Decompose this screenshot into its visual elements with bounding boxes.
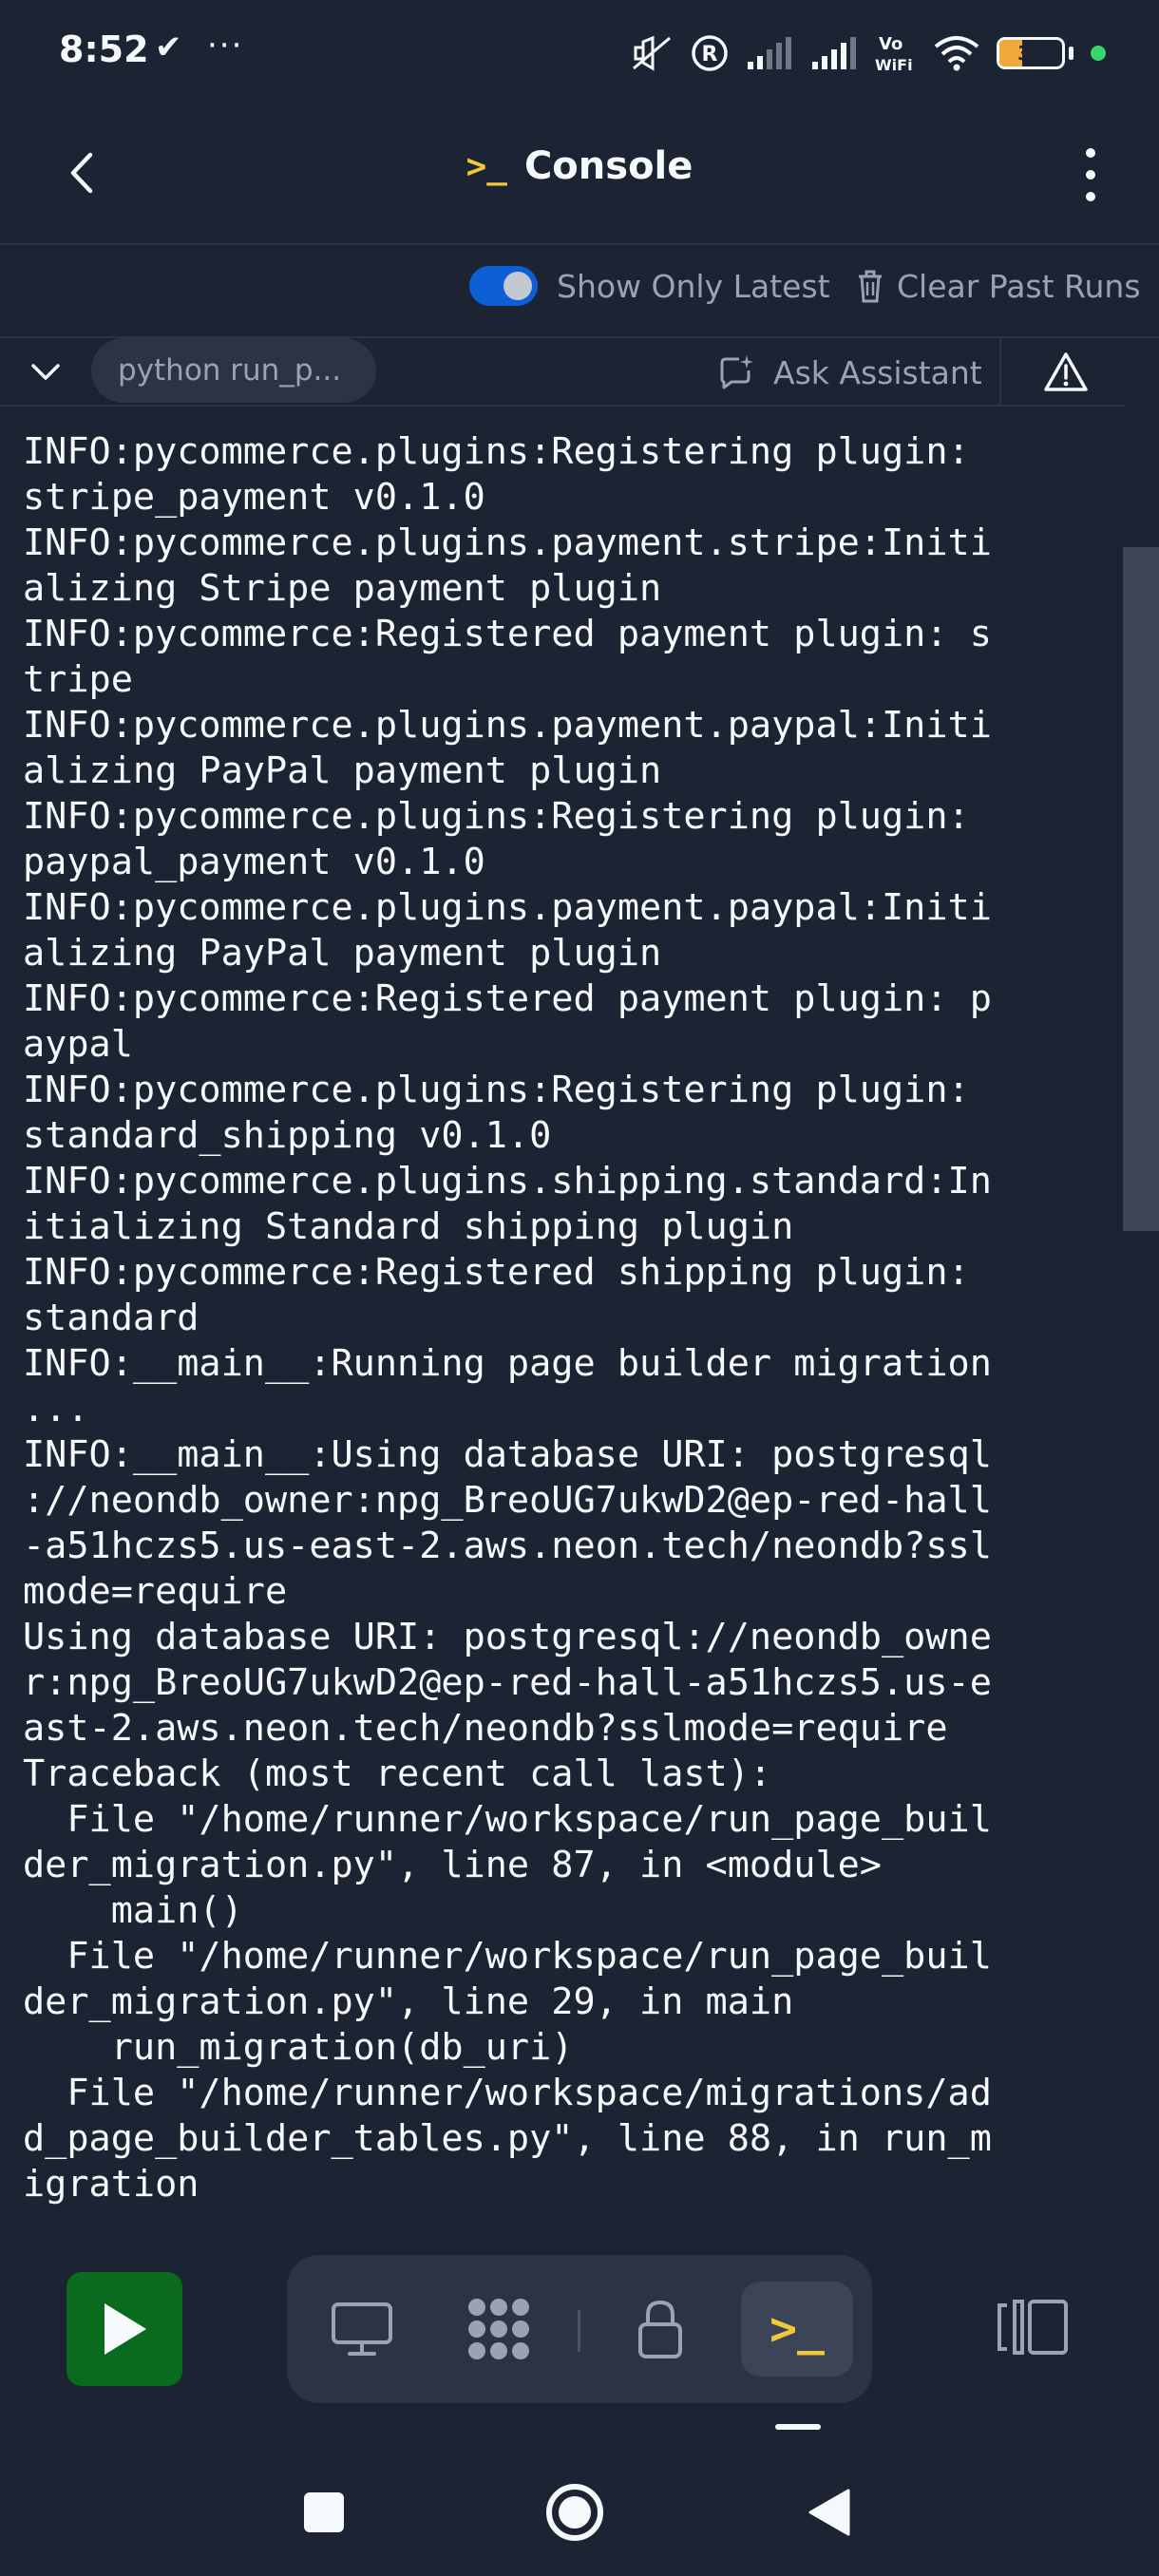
divider <box>578 2310 580 2352</box>
console-output[interactable]: INFO:pycommerce.plugins:Registering plug… <box>23 429 1079 2211</box>
ask-assistant-button[interactable]: Ask Assistant <box>718 348 982 397</box>
secrets-tool-button[interactable] <box>604 2282 716 2377</box>
run-tab[interactable]: python run_p... <box>91 338 376 403</box>
home-circle-icon <box>546 2484 603 2541</box>
wifi-icon <box>934 35 979 71</box>
console-icon: >_ <box>466 146 507 186</box>
mute-icon <box>630 34 674 72</box>
panels-button[interactable] <box>998 2295 1070 2359</box>
app-header: >_ Console <box>0 106 1159 245</box>
svg-text:Vo: Vo <box>879 34 902 54</box>
status-bar: 8:52 ✔ ··· R Vo WiFi 36 <box>0 0 1159 106</box>
play-icon <box>104 2303 146 2355</box>
more-notifications-icon: ··· <box>207 27 244 65</box>
apps-icon <box>468 2299 529 2359</box>
console-toolbar: Show Only Latest Clear Past Runs <box>0 247 1159 338</box>
square-icon <box>304 2492 344 2532</box>
console-tool-button[interactable]: >_ <box>741 2282 853 2377</box>
tool-switcher: >_ <box>287 2255 872 2403</box>
header-title-group: >_ Console <box>0 144 1159 188</box>
chat-sparkle-icon <box>720 355 753 389</box>
more-options-button[interactable] <box>1072 141 1110 209</box>
warning-icon <box>1044 352 1088 391</box>
status-icons: R Vo WiFi 36 <box>630 27 1106 80</box>
vowifi-icon: Vo WiFi <box>875 32 917 74</box>
checkmark-icon: ✔ <box>155 28 182 66</box>
signal-icon <box>746 37 793 69</box>
show-only-latest-label[interactable]: Show Only Latest <box>557 268 830 305</box>
svg-text:R: R <box>702 43 718 66</box>
sidebar-panel-icon <box>998 2300 1068 2355</box>
privacy-indicator-dot <box>1091 46 1106 61</box>
trash-icon <box>859 270 882 303</box>
run-tab-label: python run_p... <box>118 353 342 388</box>
back-nav-button[interactable] <box>796 2479 863 2546</box>
chevron-down-icon <box>31 364 60 380</box>
scroll-handle <box>775 2424 821 2430</box>
run-tab-row: python run_p... Ask Assistant <box>0 338 1126 407</box>
system-nav-bar <box>0 2447 1159 2576</box>
clear-past-runs-label: Clear Past Runs <box>897 267 1141 305</box>
console-icon: >_ <box>770 2302 825 2356</box>
desktop-icon <box>332 2302 392 2356</box>
page-title: Console <box>523 144 694 188</box>
lock-icon <box>638 2300 682 2358</box>
svg-text:WiFi: WiFi <box>875 56 913 74</box>
battery-icon: 36 <box>997 37 1065 69</box>
signal-icon <box>810 37 858 69</box>
show-only-latest-toggle[interactable] <box>469 266 538 306</box>
divider <box>999 338 1001 407</box>
ask-assistant-label: Ask Assistant <box>773 353 982 391</box>
r-circle-icon: R <box>691 34 729 72</box>
apps-tool-button[interactable] <box>443 2282 555 2377</box>
webview-tool-button[interactable] <box>306 2282 418 2377</box>
scrollbar-thumb[interactable] <box>1123 547 1159 1231</box>
console-log-text: INFO:pycommerce.plugins:Registering plug… <box>23 430 992 2206</box>
bottom-toolbar: >_ <box>0 2223 1159 2413</box>
clear-past-runs-button[interactable]: Clear Past Runs <box>857 262 1141 310</box>
problems-button[interactable] <box>1041 348 1091 397</box>
recents-button[interactable] <box>291 2479 357 2546</box>
run-button[interactable] <box>66 2272 182 2386</box>
battery-level: 36 <box>1017 42 1044 65</box>
status-time: 8:52 <box>59 28 149 70</box>
collapse-button[interactable] <box>25 353 66 391</box>
home-button[interactable] <box>542 2479 608 2546</box>
triangle-back-icon <box>808 2489 850 2536</box>
toggle-knob <box>504 272 532 300</box>
